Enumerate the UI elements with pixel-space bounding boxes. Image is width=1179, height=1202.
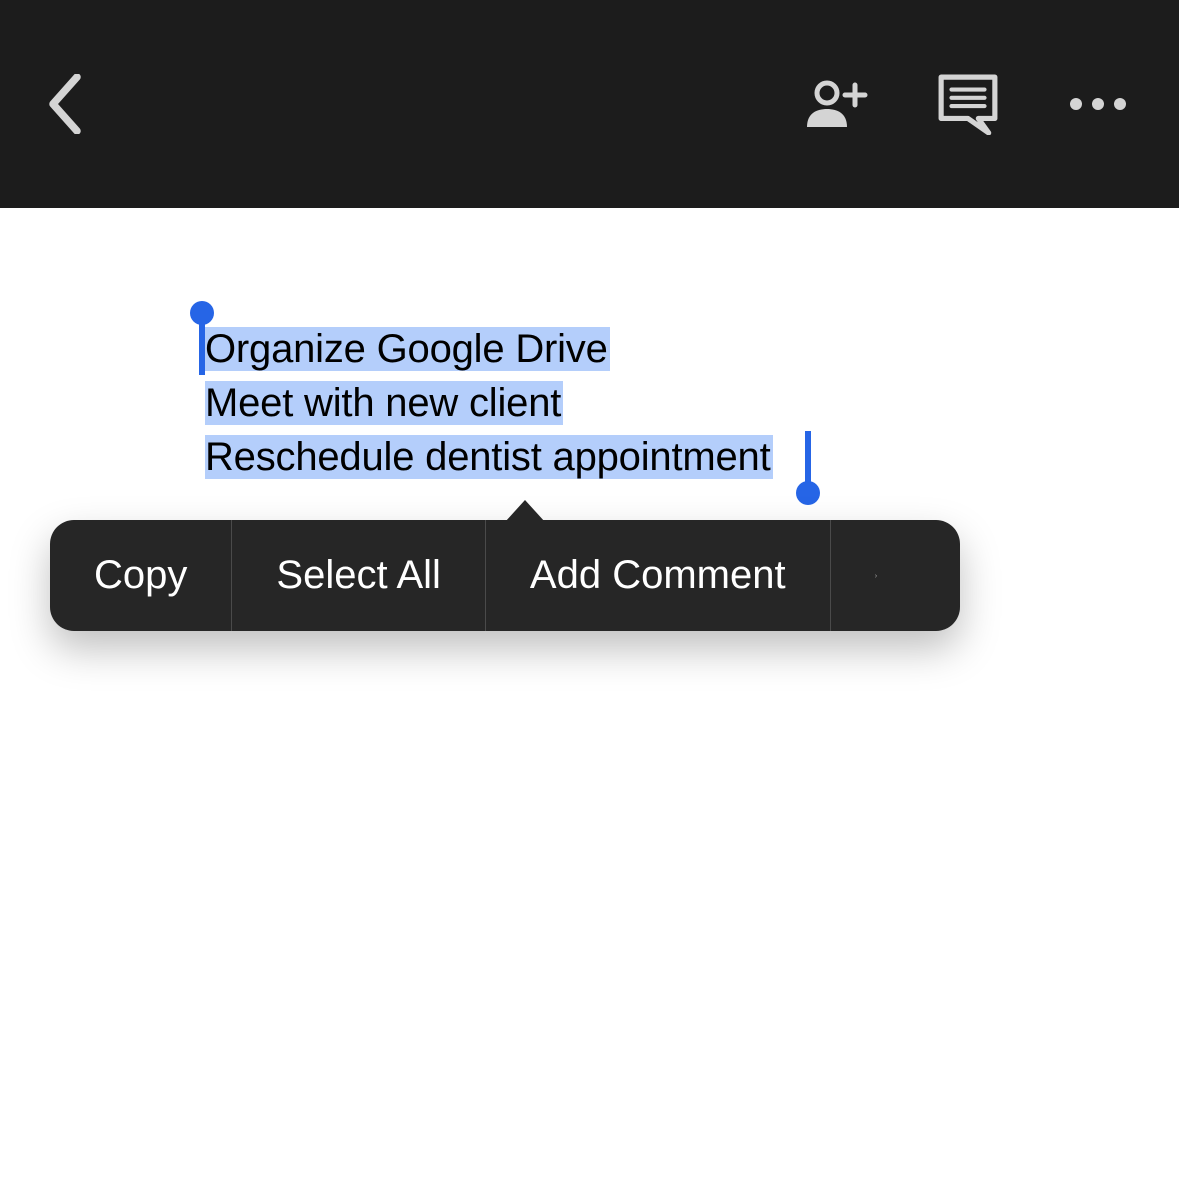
top-bar bbox=[0, 0, 1179, 208]
select-all-button[interactable]: Select All bbox=[232, 520, 486, 631]
document-body[interactable]: Organize Google Drive Meet with new clie… bbox=[0, 208, 1179, 484]
add-comment-button[interactable]: Add Comment bbox=[486, 520, 831, 631]
comment-icon[interactable] bbox=[933, 69, 1003, 139]
share-add-person-icon[interactable] bbox=[803, 69, 873, 139]
back-icon[interactable] bbox=[30, 69, 100, 139]
document-line: Meet with new client bbox=[205, 381, 563, 425]
more-actions-button[interactable] bbox=[831, 520, 921, 631]
document-line: Reschedule dentist appointment bbox=[205, 435, 773, 479]
more-icon[interactable] bbox=[1063, 69, 1133, 139]
selected-text-block[interactable]: Organize Google Drive Meet with new clie… bbox=[205, 322, 1179, 484]
selection-start-handle[interactable] bbox=[199, 323, 205, 375]
selection-end-handle[interactable] bbox=[805, 431, 811, 483]
text-selection-context-menu: Copy Select All Add Comment bbox=[50, 520, 960, 631]
copy-button[interactable]: Copy bbox=[50, 520, 232, 631]
chevron-right-icon bbox=[875, 556, 877, 596]
document-line: Organize Google Drive bbox=[205, 327, 610, 371]
